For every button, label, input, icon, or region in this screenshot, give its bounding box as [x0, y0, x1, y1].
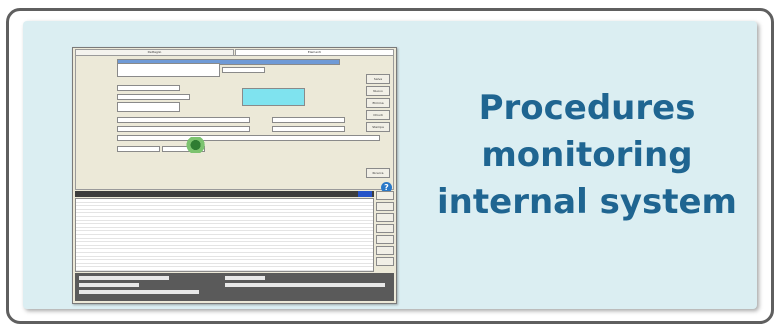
caption: Procedures monitoring internal system [409, 85, 765, 226]
form-field [117, 84, 180, 91]
detail-form: Salva Nuovo Elimina Chiudi Stampa Ricerc… [75, 55, 394, 193]
form-row [79, 125, 345, 132]
search-button: Ricerca [366, 168, 390, 178]
side-button [376, 246, 394, 255]
list-row [76, 271, 373, 272]
form-field [117, 134, 380, 141]
form-field [222, 66, 265, 73]
form-field [272, 125, 345, 132]
footer-field [225, 276, 265, 280]
form-row [79, 116, 345, 123]
footer-field [79, 276, 169, 280]
new-button: Nuovo [366, 86, 390, 96]
app-screenshot-thumbnail: Dettaglio Elementi Salva Nuovo Elimina C… [72, 47, 397, 304]
side-button [376, 235, 394, 244]
caption-line: Procedures [478, 88, 696, 128]
form-field [117, 101, 180, 112]
side-button-column [376, 191, 394, 271]
form-field [272, 116, 345, 123]
card: Dettaglio Elementi Salva Nuovo Elimina C… [6, 8, 774, 324]
side-button [376, 202, 394, 211]
print-button: Stampa [366, 122, 390, 132]
form-field [117, 116, 250, 123]
form-field [117, 93, 190, 100]
footer-field [79, 290, 199, 294]
map-image [186, 137, 210, 153]
form-row [79, 62, 265, 77]
form-row [79, 84, 180, 91]
footer-field [225, 283, 385, 287]
procedure-list [75, 198, 374, 272]
list-filter-button [358, 191, 372, 197]
side-button [376, 257, 394, 266]
save-button: Salva [366, 74, 390, 84]
details-footer [75, 273, 394, 301]
form-field [117, 145, 160, 152]
form-field [242, 87, 305, 106]
form-row [79, 134, 380, 141]
list-header [75, 191, 374, 197]
delete-button: Elimina [366, 98, 390, 108]
form-row [79, 101, 180, 112]
caption-line: internal system [437, 182, 737, 222]
form-row [79, 87, 305, 106]
form-field [117, 62, 220, 77]
footer-field [79, 283, 139, 287]
side-button [376, 213, 394, 222]
caption-line: monitoring [481, 135, 693, 175]
form-field [117, 125, 250, 132]
side-button [376, 191, 394, 200]
close-button: Chiudi [366, 110, 390, 120]
side-button [376, 224, 394, 233]
